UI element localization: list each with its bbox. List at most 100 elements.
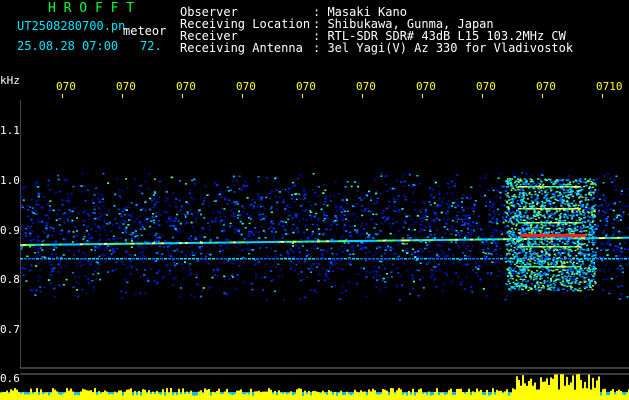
- noise-band-cell: [71, 241, 74, 243]
- noise-band-cell: [491, 203, 494, 205]
- noise-band-cell: [320, 249, 323, 251]
- noise-band-cell: [248, 204, 251, 206]
- noise-band-cell: [431, 188, 434, 191]
- noise-band-cell: [73, 254, 76, 256]
- noise-band-cell: [287, 210, 290, 212]
- noise-band-cell: [418, 217, 421, 219]
- noise-band-cell: [72, 286, 75, 289]
- noise-band-cell: [128, 206, 131, 209]
- noise-band-cell: [314, 237, 317, 240]
- noise-band-cell: [317, 186, 320, 188]
- noise-band-cell: [303, 231, 306, 234]
- noise-band-cell: [77, 245, 80, 248]
- noise-band-cell: [495, 195, 498, 198]
- noise-band-cell: [488, 213, 491, 216]
- noise-band-cell: [290, 265, 293, 267]
- noise-band-cell: [317, 195, 320, 197]
- noise-band-cell: [324, 273, 327, 275]
- noise-band-cell: [466, 228, 469, 230]
- noise-band-cell: [172, 192, 175, 195]
- noise-band-cell: [22, 185, 25, 188]
- noise-band-cell: [65, 278, 68, 281]
- noise-band-cell: [91, 212, 94, 214]
- noise-band-cell: [609, 177, 612, 180]
- noise-band-cell: [502, 185, 505, 188]
- noise-band-cell: [354, 213, 356, 215]
- noise-band-cell: [343, 224, 346, 226]
- noise-band-cell: [556, 240, 559, 242]
- noise-band-cell: [209, 286, 212, 288]
- noise-band-cell: [621, 231, 624, 234]
- noise-band-cell: [616, 214, 619, 216]
- noise-band-cell: [130, 202, 133, 204]
- noise-band-cell: [312, 263, 315, 265]
- noise-band-cell: [262, 205, 265, 208]
- noise-band-cell: [270, 220, 273, 223]
- noise-band-cell: [421, 276, 424, 279]
- noise-band-cell: [315, 212, 318, 215]
- noise-band-cell: [380, 175, 383, 177]
- noise-band-cell: [423, 216, 426, 218]
- noise-band-cell: [52, 270, 55, 272]
- noise-band-cell: [51, 253, 54, 255]
- noise-band-cell: [388, 187, 391, 190]
- noise-band-cell: [504, 272, 507, 275]
- noise-band-cell: [363, 228, 366, 230]
- noise-band-cell: [78, 276, 81, 278]
- noise-band-cell: [482, 251, 485, 254]
- noise-band-cell: [93, 223, 96, 225]
- noise-band-cell: [325, 215, 328, 217]
- noise-band-cell: [86, 189, 89, 191]
- noise-band-cell: [561, 232, 564, 234]
- noise-band-cell: [38, 221, 41, 223]
- noise-band-cell: [321, 252, 324, 254]
- noise-band-cell: [384, 246, 387, 249]
- noise-band-cell: [167, 252, 170, 254]
- noise-band-cell: [249, 248, 252, 251]
- noise-band-cell: [243, 261, 245, 263]
- noise-band-cell: [421, 219, 424, 222]
- noise-band-cell: [129, 265, 132, 267]
- noise-band-cell: [149, 208, 152, 211]
- noise-band-cell: [419, 248, 422, 250]
- noise-band-cell: [121, 232, 124, 234]
- noise-band-cell: [576, 226, 579, 228]
- noise-band-cell: [604, 224, 607, 226]
- noise-band-cell: [220, 191, 223, 193]
- noise-band-cell: [306, 249, 309, 252]
- noise-band-cell: [218, 193, 221, 195]
- noise-band-cell: [603, 218, 606, 221]
- noise-band-cell: [472, 269, 474, 271]
- noise-band-cell: [390, 276, 393, 278]
- noise-band-cell: [102, 197, 105, 199]
- noise-band-cell: [452, 260, 454, 263]
- noise-band-cell: [454, 241, 457, 244]
- noise-band-cell: [233, 201, 236, 203]
- noise-band-cell: [494, 242, 497, 244]
- noise-band-cell: [426, 247, 429, 249]
- noise-band-cell: [381, 212, 384, 214]
- noise-band-cell: [472, 221, 475, 223]
- noise-band-cell: [142, 207, 145, 210]
- noise-band-cell: [248, 222, 251, 225]
- noise-band-cell: [176, 248, 179, 250]
- noise-band-cell: [86, 230, 88, 232]
- noise-band-cell: [310, 265, 313, 267]
- noise-band-cell: [328, 261, 331, 263]
- noise-band-cell: [367, 210, 370, 212]
- noise-band-cell: [195, 276, 198, 279]
- noise-band-cell: [96, 217, 99, 220]
- noise-band-cell: [411, 236, 414, 238]
- noise-band-cell: [452, 262, 455, 264]
- noise-band-cell: [495, 253, 498, 255]
- noise-band-cell: [348, 253, 351, 256]
- noise-band-cell: [412, 184, 415, 186]
- noise-band-cell: [29, 206, 32, 208]
- noise-band-cell: [399, 275, 402, 278]
- noise-band-cell: [495, 275, 498, 277]
- noise-band-cell: [169, 269, 171, 272]
- noise-band-cell: [488, 199, 491, 201]
- noise-band-cell: [391, 271, 394, 273]
- noise-band-cell: [349, 231, 352, 234]
- noise-band-cell: [295, 264, 298, 266]
